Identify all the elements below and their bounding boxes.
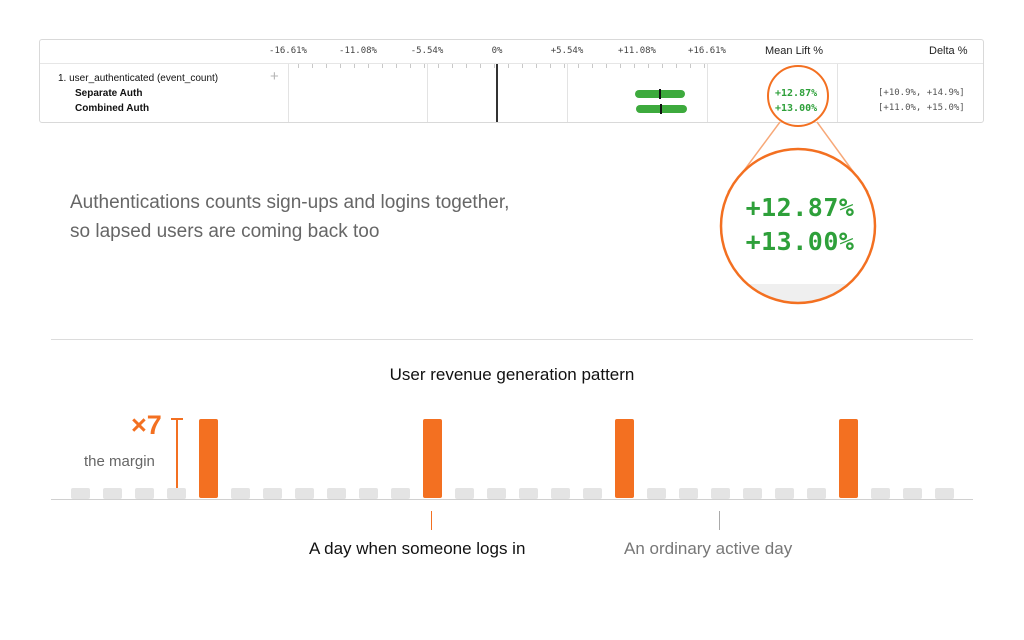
- ordinary-day-bar: [327, 488, 346, 499]
- ordinary-day-bar: [647, 488, 666, 499]
- ordinary-day-bar: [679, 488, 698, 499]
- caption: Authentications counts sign-ups and logi…: [70, 188, 590, 246]
- magnified-lift-value: +13.00%: [745, 227, 855, 256]
- ordinary-day-bar: [583, 488, 602, 499]
- pattern-title: User revenue generation pattern: [389, 365, 635, 384]
- ordinary-day-bar: [71, 488, 90, 499]
- margin-bracket-cap: [171, 418, 183, 420]
- ordinary-day-bar: [519, 488, 538, 499]
- ordinary-day-bar: [743, 488, 762, 499]
- section-divider: [51, 339, 973, 340]
- ordinary-day-bar: [295, 488, 314, 499]
- magnifier-shade: [721, 284, 875, 303]
- caption-line: so lapsed users are coming back too: [70, 221, 380, 242]
- ordinary-day-bar: [775, 488, 794, 499]
- ordinary-day-bar: [903, 488, 922, 499]
- ordinary-day-bar: [103, 488, 122, 499]
- ordinary-day-bar: [359, 488, 378, 499]
- login-day-label: A day when someone logs in: [309, 539, 526, 558]
- ordinary-day-bar: [263, 488, 282, 499]
- ordinary-day-pointer: [719, 511, 720, 530]
- ordinary-day-bar: [807, 488, 826, 499]
- magnified-lift-value: +12.87%: [745, 193, 855, 222]
- login-day-bar: [423, 419, 442, 498]
- highlight-ring: [767, 65, 829, 127]
- ordinary-day-bar: [455, 488, 474, 499]
- ordinary-day-bar: [551, 488, 570, 499]
- margin-bracket: [176, 418, 178, 499]
- ordinary-day-bar: [487, 488, 506, 499]
- ordinary-day-label: An ordinary active day: [624, 539, 793, 558]
- ordinary-day-bar: [231, 488, 250, 499]
- login-day-bar: [615, 419, 634, 498]
- ordinary-day-bar: [871, 488, 890, 499]
- multiplier-label: ×7: [131, 410, 162, 440]
- baseline: [51, 499, 973, 500]
- login-day-bar: [839, 419, 858, 498]
- ordinary-day-bar: [711, 488, 730, 499]
- caption-line: Authentications counts sign-ups and logi…: [70, 192, 510, 213]
- ordinary-day-bar: [167, 488, 186, 499]
- login-day-bar: [199, 419, 218, 498]
- login-day-pointer: [431, 511, 432, 530]
- ordinary-day-bar: [391, 488, 410, 499]
- margin-label: the margin: [84, 453, 155, 470]
- ordinary-day-bar: [935, 488, 954, 499]
- ordinary-day-bar: [135, 488, 154, 499]
